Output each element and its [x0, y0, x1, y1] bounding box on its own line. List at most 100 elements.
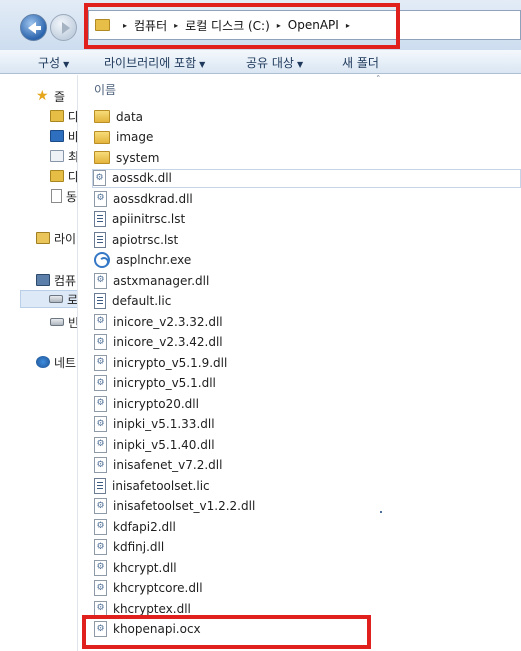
folder-icon — [94, 130, 110, 144]
address-bar[interactable]: ▸ 컴퓨터 ▸ 로컬 디스크 (C:) ▸ OpenAPI ▸ — [88, 10, 521, 40]
dll-file-icon: ⚙ — [94, 600, 107, 617]
file-name: inicrypto20.dll — [113, 396, 199, 411]
file-row[interactable]: inisafetoolset.lic — [94, 476, 521, 495]
downloads-icon — [50, 110, 64, 122]
breadcrumb-separator[interactable]: ▸ — [123, 21, 127, 30]
gear-icon: ⚙ — [96, 398, 105, 408]
breadcrumb-computer[interactable]: 컴퓨터 — [134, 17, 167, 34]
share-with-label: 공유 대상 — [246, 56, 294, 70]
desktop-icon — [50, 130, 64, 142]
file-list-pane: ˄ 이름 data image system ⚙ aossdk.dll ⚙ aossdkra… — [80, 75, 521, 651]
file-row[interactable]: ⚙ aossdk.dll — [92, 168, 521, 188]
dll-file-icon: ⚙ — [94, 539, 107, 555]
gear-icon: ⚙ — [96, 623, 105, 634]
dll-file-icon: ⚙ — [94, 272, 107, 289]
file-row[interactable]: ⚙ inicrypto_v5.1.dll — [94, 374, 521, 393]
file-row[interactable]: ⚙ khcryptcore.dll — [94, 579, 521, 598]
file-row[interactable]: ⚙ inicrypto_v5.1.9.dll — [94, 353, 521, 372]
gear-icon: ⚙ — [96, 377, 105, 388]
file-row[interactable]: ⚙ inicore_v2.3.42.dll — [94, 333, 521, 352]
nav-desktop[interactable]: 바 — [50, 127, 78, 145]
file-row[interactable]: ⚙ khopenapi.ocx — [94, 620, 521, 639]
file-row[interactable]: ⚙ khcryptex.dll — [94, 599, 521, 618]
libraries-icon — [36, 232, 50, 244]
gear-icon: ⚙ — [96, 582, 105, 593]
forward-button[interactable] — [50, 14, 77, 41]
nav-document[interactable]: 동 — [51, 187, 77, 205]
organize-label: 구성 — [38, 56, 61, 70]
nav-local-disk[interactable]: 로 — [20, 290, 77, 308]
share-with-button[interactable]: 공유 대상 ▼ — [246, 54, 303, 71]
file-row[interactable]: ⚙ inicrypto20.dll — [94, 394, 521, 413]
breadcrumb-openapi[interactable]: OpenAPI — [288, 18, 339, 32]
dll-file-icon: ⚙ — [94, 190, 107, 207]
network-icon — [36, 356, 50, 368]
gear-icon: ⚙ — [96, 500, 105, 511]
dll-file-icon: ⚙ — [93, 170, 106, 186]
file-row[interactable]: ⚙ inicore_v2.3.32.dll — [94, 312, 521, 331]
gear-icon: ⚙ — [96, 603, 105, 613]
column-header-name[interactable]: 이름 — [94, 81, 116, 98]
gear-icon: ⚙ — [96, 541, 105, 552]
file-row[interactable]: apiinitrsc.lst — [94, 210, 521, 229]
file-row[interactable]: data — [94, 107, 521, 126]
nav-network[interactable]: 네트 — [36, 353, 76, 371]
gear-icon: ⚙ — [96, 521, 105, 531]
file-row[interactable]: ⚙ kdfapi2.dll — [94, 517, 521, 536]
file-row[interactable]: default.lic — [94, 292, 521, 311]
text-file-icon — [94, 477, 106, 494]
file-name: default.lic — [112, 294, 172, 308]
gear-icon: ⚙ — [96, 459, 105, 470]
dll-file-icon: ⚙ — [94, 621, 107, 637]
file-row[interactable]: ⚙ khcrypt.dll — [94, 558, 521, 577]
dll-file-icon: ⚙ — [94, 416, 107, 432]
back-arrow-icon — [27, 21, 41, 34]
file-name: khopenapi.ocx — [113, 622, 201, 636]
gear-icon: ⚙ — [96, 193, 105, 203]
file-name: inipki_v5.1.33.dll — [113, 417, 215, 431]
file-row[interactable]: ⚙ inisafetoolset_v1.2.2.dll — [94, 497, 521, 516]
gear-icon: ⚙ — [96, 562, 105, 572]
gear-icon: ⚙ — [96, 336, 105, 347]
file-row[interactable]: system — [94, 148, 521, 167]
file-row[interactable]: ⚙ inipki_v5.1.33.dll — [94, 415, 521, 434]
include-library-button[interactable]: 라이브러리에 포함 ▼ — [104, 54, 205, 71]
new-folder-button[interactable]: 새 폴더 — [342, 54, 379, 71]
nav-favorites[interactable]: ★ 즐 — [36, 87, 65, 105]
nav-label: 동 — [66, 189, 78, 204]
gear-icon: ⚙ — [96, 316, 105, 326]
breadcrumb-local-disk[interactable]: 로컬 디스크 (C:) — [185, 17, 270, 34]
file-row[interactable]: asplnchr.exe — [94, 251, 521, 270]
organize-button[interactable]: 구성 ▼ — [38, 54, 69, 71]
file-name: aossdkrad.dll — [113, 191, 193, 206]
local-drive-icon — [49, 295, 63, 303]
text-file-icon — [94, 293, 106, 309]
file-row[interactable]: ⚙ kdfinj.dll — [94, 538, 521, 557]
dll-file-icon: ⚙ — [94, 457, 107, 473]
nav-label: 최 — [68, 149, 78, 164]
file-row[interactable]: apiotrsc.lst — [94, 230, 521, 249]
nav-recent-places[interactable]: 최 — [50, 147, 78, 165]
breadcrumb-separator[interactable]: ▸ — [277, 21, 281, 30]
file-name: khcryptcore.dll — [113, 581, 203, 595]
breadcrumb-separator[interactable]: ▸ — [346, 21, 350, 30]
back-button[interactable] — [20, 14, 47, 41]
file-name: apiotrsc.lst — [112, 232, 179, 247]
favorites-star-icon: ★ — [36, 88, 49, 104]
nav-label: 바 — [68, 129, 78, 144]
nav-libraries[interactable]: 라이 — [36, 229, 76, 247]
file-row[interactable]: ⚙ astxmanager.dll — [94, 271, 521, 290]
file-row[interactable]: ⚙ inipki_v5.1.40.dll — [94, 435, 521, 454]
file-name: astxmanager.dll — [113, 273, 210, 288]
breadcrumb-separator[interactable]: ▸ — [174, 21, 178, 30]
nav-downloads-folder[interactable]: 다 — [50, 167, 78, 185]
nav-drive[interactable]: 빈 — [50, 313, 77, 331]
file-row[interactable]: image — [94, 128, 521, 147]
stray-dot — [380, 511, 382, 513]
file-row[interactable]: ⚙ inisafenet_v7.2.dll — [94, 456, 521, 475]
nav-computer[interactable]: 컴퓨 — [36, 271, 76, 289]
file-row[interactable]: ⚙ aossdkrad.dll — [94, 189, 521, 208]
folder-icon — [94, 110, 110, 123]
nav-downloads[interactable]: 다 — [50, 107, 77, 125]
nav-label: 다 — [68, 169, 78, 184]
